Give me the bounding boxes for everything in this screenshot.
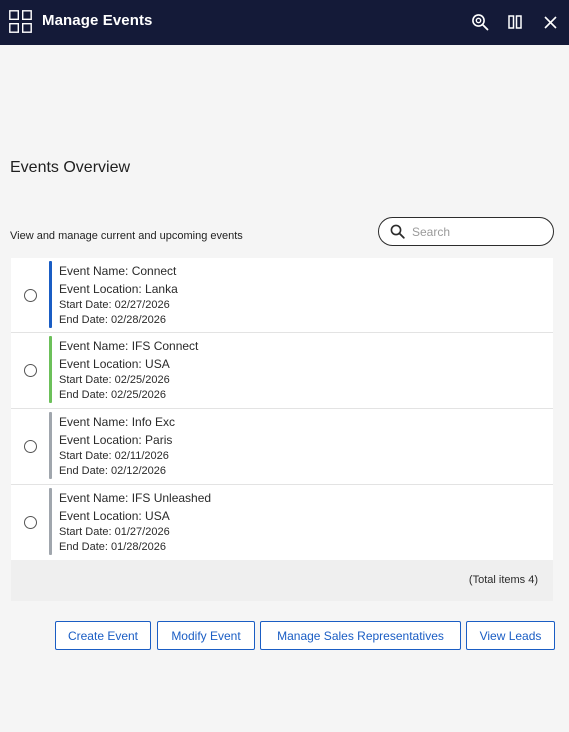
search-icon [390, 224, 405, 239]
title-bar: Manage Events [0, 0, 569, 45]
event-location: Event Location: USA [59, 509, 170, 523]
event-start-date: Start Date: 01/27/2026 [59, 526, 170, 538]
event-start-date: Start Date: 02/25/2026 [59, 374, 170, 386]
event-name: Event Name: Info Exc [59, 415, 176, 429]
status-bar [49, 336, 52, 403]
total-items-count: (Total items 4) [468, 574, 538, 586]
list-item[interactable]: Event Name: IFS Unleashed Event Location… [11, 485, 553, 560]
close-icon[interactable] [539, 11, 561, 33]
event-name: Event Name: Connect [59, 264, 177, 278]
list-item[interactable]: Event Name: Connect Event Location: Lank… [11, 258, 553, 333]
select-radio[interactable] [24, 364, 37, 377]
event-list: Event Name: Connect Event Location: Lank… [11, 258, 553, 560]
list-item[interactable]: Event Name: IFS Connect Event Location: … [11, 333, 553, 409]
event-location: Event Location: Paris [59, 433, 173, 447]
event-name: Event Name: IFS Unleashed [59, 491, 212, 505]
event-location: Event Location: USA [59, 357, 170, 371]
event-end-date: End Date: 01/28/2026 [59, 541, 167, 553]
event-location: Event Location: Lanka [59, 282, 178, 296]
select-radio[interactable] [24, 516, 37, 529]
event-end-date: End Date: 02/12/2026 [59, 465, 167, 477]
window-title: Manage Events [42, 12, 153, 29]
search-box[interactable] [378, 217, 554, 246]
search-input[interactable] [412, 223, 542, 240]
status-bar [49, 412, 52, 479]
list-footer: (Total items 4) [11, 560, 553, 601]
view-leads-button[interactable]: View Leads [466, 621, 555, 650]
create-event-button[interactable]: Create Event [55, 621, 151, 650]
event-start-date: Start Date: 02/11/2026 [59, 450, 169, 462]
modify-event-button[interactable]: Modify Event [157, 621, 255, 650]
status-bar [49, 488, 52, 555]
list-item[interactable]: Event Name: Info Exc Event Location: Par… [11, 409, 553, 485]
manage-sales-representatives-button[interactable]: Manage Sales Representatives [260, 621, 461, 650]
page-title: Events Overview [10, 159, 131, 176]
page-subtitle: View and manage current and upcoming eve… [10, 230, 243, 242]
event-end-date: End Date: 02/25/2026 [59, 389, 167, 401]
select-radio[interactable] [24, 440, 37, 453]
grid-app-icon[interactable] [9, 10, 32, 33]
zoom-icon[interactable] [469, 11, 491, 33]
select-radio[interactable] [24, 289, 37, 302]
status-bar [49, 261, 52, 328]
event-start-date: Start Date: 02/27/2026 [59, 299, 170, 311]
event-name: Event Name: IFS Connect [59, 339, 199, 353]
split-view-icon[interactable] [504, 11, 526, 33]
event-end-date: End Date: 02/28/2026 [59, 314, 167, 326]
